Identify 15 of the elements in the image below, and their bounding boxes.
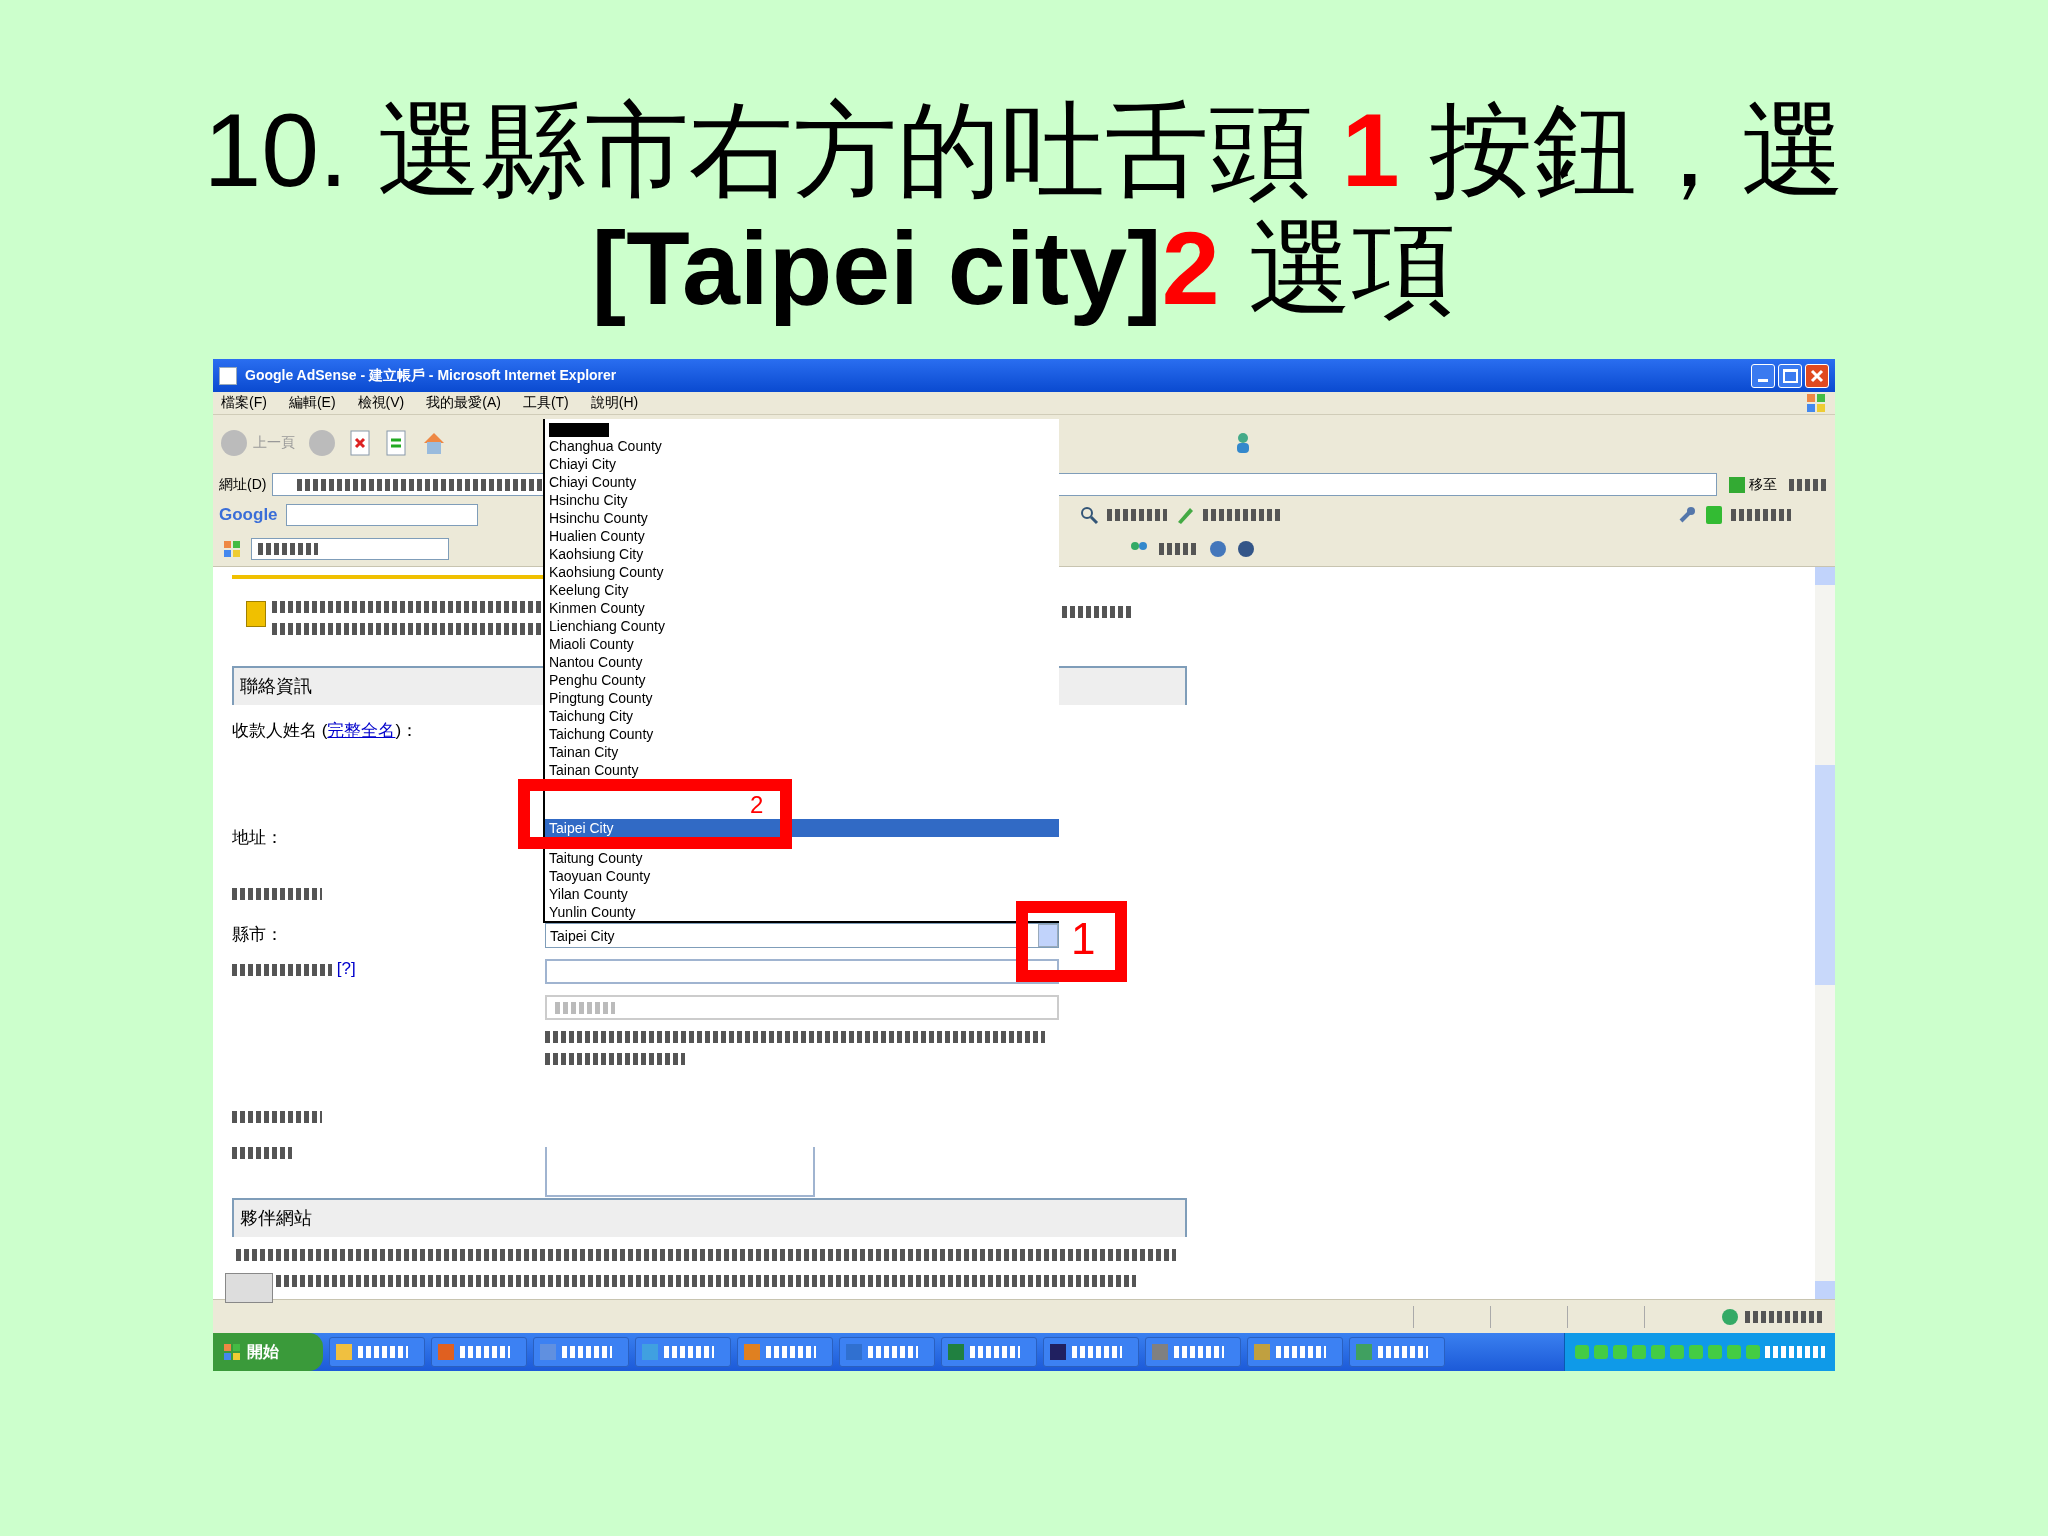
step-number: 1 [1071, 917, 1096, 962]
window-title: Google AdSense - 建立帳戶 - Microsoft Internet Explorer [245, 366, 617, 385]
slide-title: 按鈕，選 [1427, 92, 1845, 208]
section-header: 夥伴網站 [232, 1197, 1187, 1237]
field-label: 縣市： [232, 924, 284, 947]
field-label: 地址： [232, 827, 284, 850]
slide-title: 選項 [1247, 210, 1457, 326]
slide-title: 10. 選縣市右方的吐舌頭 [203, 92, 1314, 208]
step-number: 2 [750, 793, 764, 818]
address-label: 網址(D) [219, 475, 267, 494]
google-logo: Google [219, 504, 278, 525]
field-label: 收款人姓名 (完整全名)： [232, 720, 420, 742]
step-number: 1 [1341, 92, 1400, 208]
slide-title: [Taipei city] [591, 210, 1162, 326]
step-number: 2 [1161, 210, 1220, 326]
